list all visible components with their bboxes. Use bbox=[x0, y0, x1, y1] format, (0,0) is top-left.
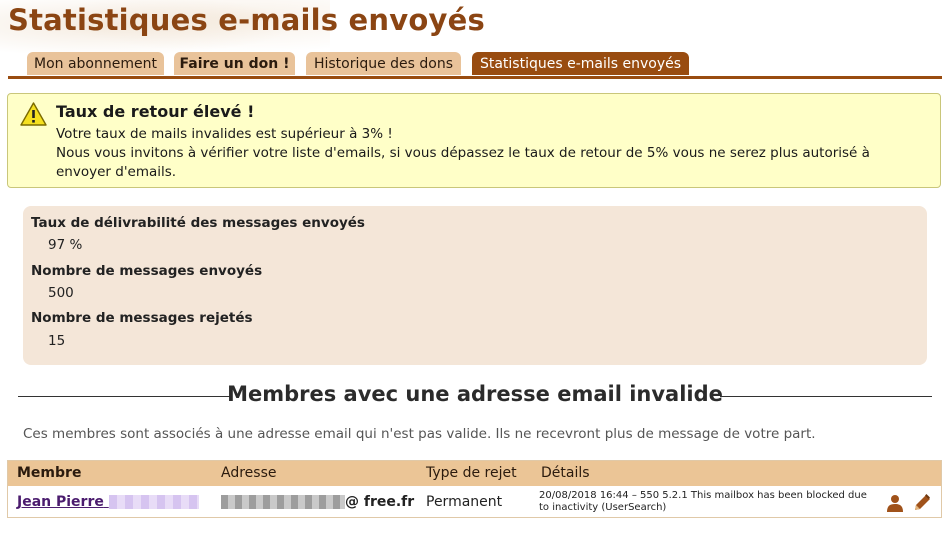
col-address: Adresse bbox=[221, 465, 277, 481]
user-icon[interactable] bbox=[885, 493, 905, 513]
alert-line-1: Votre taux de mails invalides est supéri… bbox=[56, 126, 393, 142]
rejected-count-value: 15 bbox=[48, 333, 66, 349]
section-title: Membres avec une adresse email invalide bbox=[227, 382, 723, 406]
tab-mon-abonnement[interactable]: Mon abonnement bbox=[27, 52, 164, 75]
alert-line-2: Nous vous invitons à vérifier votre list… bbox=[56, 145, 870, 161]
table-header: Membre Adresse Type de rejet Détails bbox=[8, 461, 941, 486]
alert-title: Taux de retour élevé ! bbox=[56, 102, 255, 121]
details-line-2: to inactivity (UserSearch) bbox=[539, 502, 667, 513]
redacted-surname bbox=[108, 495, 199, 509]
redacted-email-local bbox=[221, 495, 345, 509]
section-rule-right bbox=[720, 396, 932, 397]
section-description: Ces membres sont associés à une adresse … bbox=[23, 426, 816, 442]
stats-panel: Taux de délivrabilité des messages envoy… bbox=[23, 206, 927, 365]
email-domain: @ free.fr bbox=[345, 494, 415, 510]
member-name: Jean Pierre bbox=[17, 494, 104, 510]
deliverability-value: 97 % bbox=[48, 237, 83, 253]
invalid-members-section-header: Membres avec une adresse email invalide bbox=[18, 382, 932, 410]
alert-line-3: envoyer d'emails. bbox=[56, 164, 177, 180]
details-cell: 20/08/2018 16:44 – 550 5.2.1 This mailbo… bbox=[539, 490, 879, 514]
high-bounce-alert: Taux de retour élevé ! Votre taux de mai… bbox=[7, 93, 941, 188]
col-member: Membre bbox=[17, 465, 82, 481]
deliverability-label: Taux de délivrabilité des messages envoy… bbox=[31, 215, 365, 231]
member-link[interactable]: Jean Pierre bbox=[17, 494, 199, 510]
tab-faire-un-don[interactable]: Faire un don ! bbox=[174, 52, 295, 75]
tab-statistiques-emails[interactable]: Statistiques e-mails envoyés bbox=[472, 52, 689, 75]
pencil-icon[interactable] bbox=[912, 493, 932, 513]
sent-count-value: 500 bbox=[48, 285, 74, 301]
rejected-count-label: Nombre de messages rejetés bbox=[31, 310, 253, 326]
member-cell: Jean Pierre bbox=[17, 494, 199, 510]
page-title: Statistiques e-mails envoyés bbox=[8, 3, 485, 37]
invalid-members-table: Membre Adresse Type de rejet Détails Jea… bbox=[7, 460, 942, 518]
tab-bar: Mon abonnement Faire un don ! Historique… bbox=[8, 52, 942, 79]
details-line-1: 20/08/2018 16:44 – 550 5.2.1 This mailbo… bbox=[539, 490, 867, 501]
warning-icon bbox=[20, 102, 47, 126]
address-cell: @ free.fr bbox=[221, 494, 414, 510]
sent-count-label: Nombre de messages envoyés bbox=[31, 263, 263, 279]
col-details: Détails bbox=[541, 465, 590, 481]
col-reject-type: Type de rejet bbox=[426, 465, 517, 481]
tab-historique-des-dons[interactable]: Historique des dons bbox=[306, 52, 461, 75]
reject-type-cell: Permanent bbox=[426, 494, 503, 510]
